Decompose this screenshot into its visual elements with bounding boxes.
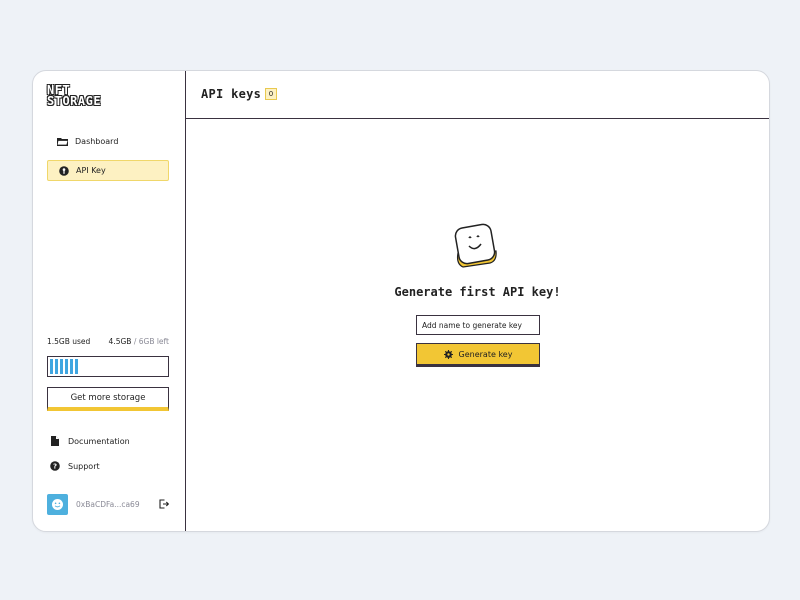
empty-state: Generate first API key! Generate key — [186, 119, 769, 531]
support-link[interactable]: ? Support — [47, 458, 169, 474]
page-header: API keys 0 — [186, 71, 769, 119]
progress-segment — [60, 359, 63, 374]
wallet-address: 0xBaCDFa...ca69 — [76, 499, 140, 509]
progress-segment — [65, 359, 68, 374]
sidebar-item-dashboard[interactable]: Dashboard — [47, 131, 169, 152]
storage-left-text: 4.5GB / 6GB left — [108, 337, 169, 346]
gear-icon — [443, 349, 453, 359]
api-key-name-input[interactable] — [416, 315, 540, 335]
storage-usage: 1.5GB used 4.5GB / 6GB left — [47, 337, 169, 346]
storage-progress-bar — [47, 356, 169, 377]
sidebar-item-label: Dashboard — [75, 137, 119, 146]
support-label: Support — [68, 461, 100, 471]
logo-line-2: STORAGE — [47, 94, 102, 108]
progress-segment — [50, 359, 53, 374]
documentation-link[interactable]: Documentation — [47, 433, 169, 449]
app-window: NFT STORAGE Dashboard API Key 1.5GB used… — [32, 70, 770, 532]
progress-segment — [70, 359, 73, 374]
user-account: 0xBaCDFa...ca69 — [47, 493, 169, 515]
logout-icon[interactable] — [159, 499, 169, 509]
generate-key-button[interactable]: Generate key — [416, 343, 540, 367]
documentation-label: Documentation — [68, 436, 130, 446]
nft-storage-logo[interactable]: NFT STORAGE — [47, 84, 127, 113]
progress-segment — [75, 359, 78, 374]
sidebar-item-api-key[interactable]: API Key — [47, 160, 169, 181]
document-icon — [50, 436, 60, 446]
page-title: API keys — [201, 87, 262, 101]
sidebar: NFT STORAGE Dashboard API Key 1.5GB used… — [33, 71, 186, 531]
get-more-storage-button[interactable]: Get more storage — [47, 387, 169, 411]
smiling-cube-mascot-icon — [454, 223, 497, 268]
generate-key-label: Generate key — [458, 349, 513, 359]
progress-segment — [55, 359, 58, 374]
key-icon — [58, 165, 69, 176]
storage-used-text: 1.5GB used — [47, 337, 91, 346]
avatar[interactable] — [47, 493, 68, 515]
storage-progress-fill — [50, 359, 166, 374]
sidebar-item-label: API Key — [76, 166, 106, 175]
help-icon: ? — [50, 461, 60, 471]
api-key-count-badge: 0 — [265, 88, 277, 100]
folder-icon — [57, 136, 68, 147]
empty-state-title: Generate first API key! — [394, 285, 561, 299]
svg-text:?: ? — [53, 463, 57, 471]
